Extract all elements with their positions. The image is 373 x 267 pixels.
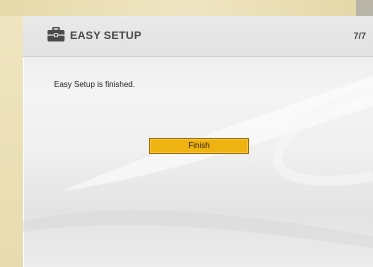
toolbox-icon <box>47 26 65 42</box>
background-right-strip <box>356 0 373 16</box>
finish-button[interactable]: Finish <box>149 138 249 154</box>
background-top <box>0 0 373 16</box>
setup-panel: EASY SETUP 7/7 Easy Setup is finished. F… <box>23 16 373 267</box>
step-indicator: 7/7 <box>353 31 366 41</box>
status-message: Easy Setup is finished. <box>54 80 135 89</box>
background-left <box>0 16 23 267</box>
page-title: EASY SETUP <box>70 30 142 42</box>
header-divider <box>23 56 373 57</box>
